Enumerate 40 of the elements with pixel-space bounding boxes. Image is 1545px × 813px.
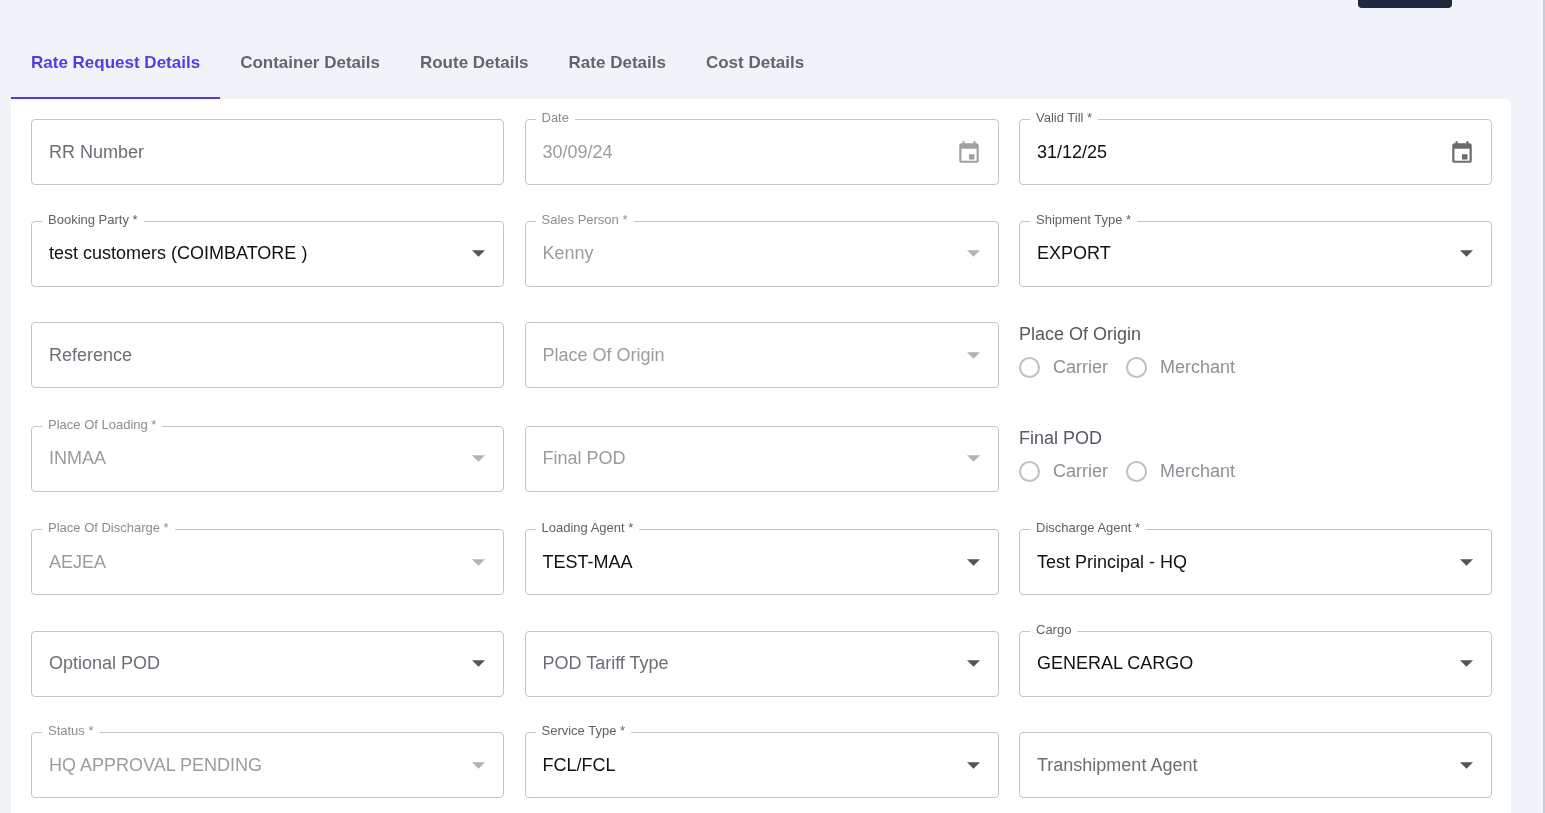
caret-icon xyxy=(1460,250,1473,257)
caret-icon xyxy=(966,761,980,769)
select-field[interactable]: POD Tariff Type xyxy=(524,630,999,697)
radio-option[interactable]: Merchant xyxy=(1126,357,1236,378)
button[interactable] xyxy=(1358,0,1452,8)
caret-icon xyxy=(966,558,980,566)
caret-icon xyxy=(472,558,485,566)
field-label: Discharge Agent * xyxy=(1030,520,1147,536)
radio-button[interactable] xyxy=(1126,460,1147,482)
caret-icon xyxy=(966,660,980,667)
caret-icon xyxy=(472,761,485,769)
tab[interactable]: Rate Details xyxy=(548,40,686,99)
field-label: Place Of Discharge * xyxy=(42,520,175,536)
calendar-icon[interactable] xyxy=(1449,139,1475,165)
caret-icon xyxy=(966,250,980,257)
radio-button[interactable] xyxy=(1019,357,1040,378)
caret-icon xyxy=(472,250,485,257)
field-label: Loading Agent * xyxy=(535,520,640,536)
caret-icon xyxy=(472,660,485,667)
radio-group-label: Final POD xyxy=(1019,427,1103,449)
caret-icon xyxy=(472,455,485,462)
caret-icon xyxy=(966,351,980,359)
select-field[interactable]: Transhipment Agent xyxy=(1019,732,1492,798)
radio-button[interactable] xyxy=(1019,460,1040,482)
radio-option[interactable]: Carrier xyxy=(1019,357,1108,378)
tab[interactable]: Cost Details xyxy=(685,40,825,99)
caret-icon xyxy=(1460,558,1473,566)
caret-icon xyxy=(966,455,980,462)
radio-button[interactable] xyxy=(1126,357,1147,378)
caret-icon xyxy=(1460,660,1473,667)
radio-group-label: Place Of Origin xyxy=(1019,324,1142,345)
tab[interactable]: Route Details xyxy=(399,40,549,99)
input-field[interactable]: RR Number xyxy=(31,119,504,185)
field-label: Service Type * xyxy=(535,723,632,739)
caret-icon xyxy=(1460,761,1473,769)
radio-option[interactable]: Merchant xyxy=(1126,460,1236,482)
radio-option[interactable]: Carrier xyxy=(1019,460,1108,482)
tab[interactable]: Container Details xyxy=(220,40,400,99)
select-field[interactable]: Optional POD xyxy=(31,630,504,697)
input-field[interactable]: Reference xyxy=(31,322,504,388)
